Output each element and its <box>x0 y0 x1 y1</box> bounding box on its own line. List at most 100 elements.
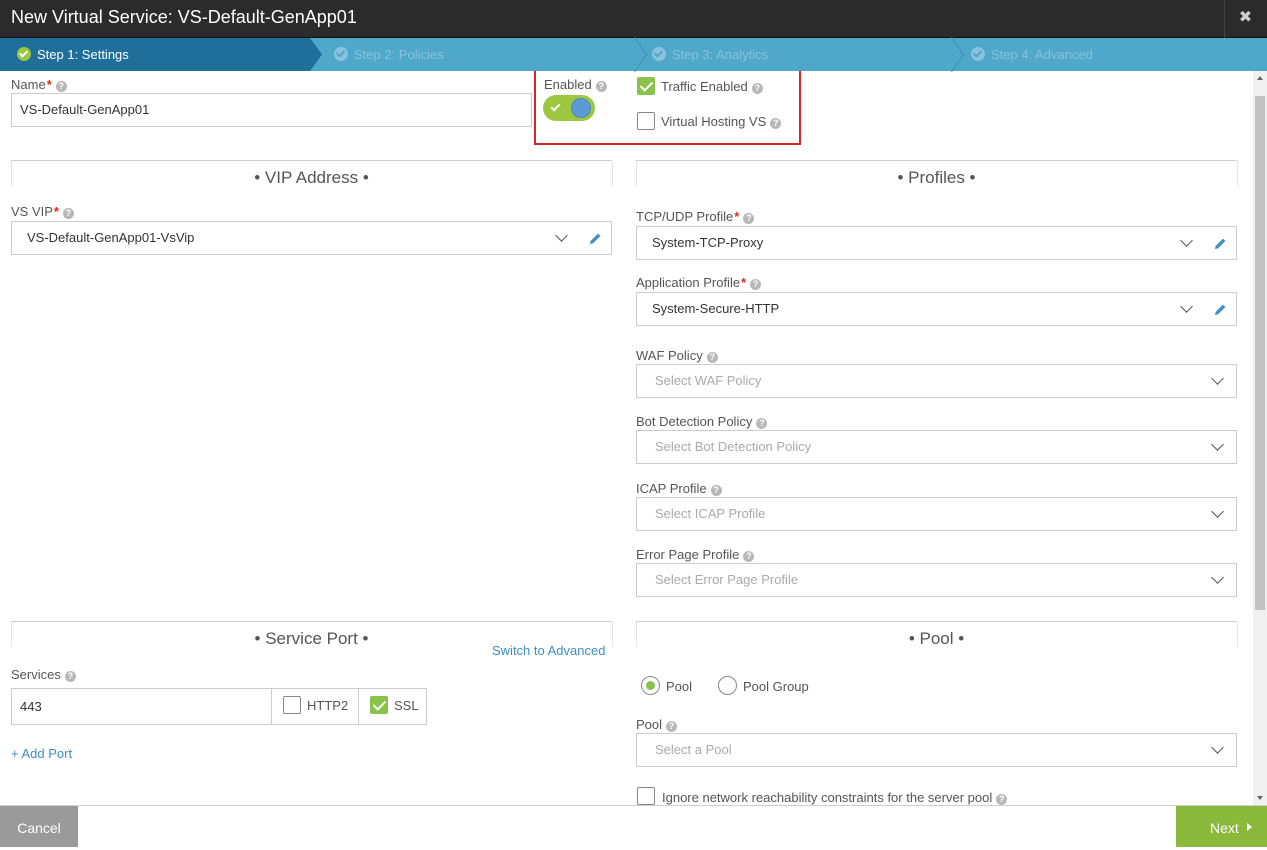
section-edge <box>612 161 613 186</box>
pool-radio[interactable] <box>641 676 660 695</box>
title-bar: New Virtual Service: VS-Default-GenApp01… <box>0 0 1267 38</box>
scroll-up-icon[interactable] <box>1257 76 1263 80</box>
chevron-down-icon <box>1211 741 1224 754</box>
next-button[interactable]: Next <box>1176 806 1267 847</box>
pool-label: Pool? <box>636 717 678 732</box>
http2-checkbox[interactable] <box>283 696 301 714</box>
pencil-icon <box>1215 238 1226 249</box>
required-asterisk: * <box>46 77 52 92</box>
help-icon[interactable]: ? <box>64 671 76 682</box>
help-icon[interactable]: ? <box>595 81 607 92</box>
help-icon[interactable]: ? <box>710 485 722 496</box>
bot-detection-label: Bot Detection Policy? <box>636 414 768 429</box>
scrollbar-thumb[interactable] <box>1255 96 1265 610</box>
step-label: Step 1: Settings <box>37 47 129 62</box>
tcp-udp-label: TCP/UDP Profile*? <box>636 209 755 224</box>
check-icon <box>550 101 561 112</box>
chevron-down-icon <box>555 229 568 242</box>
icap-profile-select[interactable]: Select ICAP Profile <box>636 497 1237 531</box>
footer: Cancel Next <box>0 805 1267 847</box>
ssl-checkbox[interactable] <box>370 696 388 714</box>
help-icon[interactable]: ? <box>706 352 718 363</box>
section-divider <box>11 621 612 622</box>
help-icon[interactable]: ? <box>756 418 768 429</box>
services-label: Services? <box>11 667 76 682</box>
port-input[interactable]: 443 <box>11 688 272 725</box>
step-label: Step 2: Policies <box>354 47 444 62</box>
section-divider <box>636 621 1237 622</box>
chevron-down-icon <box>1180 300 1193 313</box>
pool-group-radio-label: Pool Group <box>743 679 809 694</box>
switch-to-advanced-link[interactable]: Switch to Advanced <box>492 643 605 658</box>
edit-app-profile-button[interactable] <box>1205 292 1237 326</box>
section-edge <box>1237 161 1238 186</box>
chevron-down-icon <box>1211 438 1224 451</box>
error-page-select[interactable]: Select Error Page Profile <box>636 563 1237 597</box>
step-analytics[interactable]: Step 3: Analytics <box>652 38 768 71</box>
step-divider <box>951 38 965 71</box>
chevron-down-icon <box>1211 372 1224 385</box>
pool-section-title: • Pool • <box>908 629 965 648</box>
virtual-hosting-checkbox[interactable] <box>637 112 655 130</box>
virtual-hosting-label: Virtual Hosting VS? <box>661 114 782 129</box>
required-asterisk: * <box>53 204 59 219</box>
vertical-scrollbar[interactable] <box>1253 71 1267 805</box>
help-icon[interactable]: ? <box>770 118 782 129</box>
http2-option: HTTP2 <box>271 688 359 725</box>
close-icon[interactable]: ✖ <box>1224 0 1267 38</box>
scroll-down-icon[interactable] <box>1257 796 1263 800</box>
help-icon[interactable]: ? <box>62 208 74 219</box>
settings-form: Name*? VS-Default-GenApp01 Enabled? Traf… <box>0 71 1253 805</box>
window-title: New Virtual Service: VS-Default-GenApp01 <box>11 7 357 27</box>
http2-label: HTTP2 <box>307 698 349 713</box>
ignore-reachability-label: Ignore network reachability constraints … <box>662 790 1008 805</box>
edit-vs-vip-button[interactable] <box>580 221 612 255</box>
check-circle-icon <box>652 47 666 61</box>
icap-profile-label: ICAP Profile? <box>636 481 722 496</box>
enabled-toggle[interactable] <box>543 95 595 121</box>
section-divider <box>11 160 612 161</box>
ignore-reachability-checkbox[interactable] <box>637 787 655 805</box>
step-advanced[interactable]: Step 4: Advanced <box>971 38 1093 71</box>
chevron-down-icon <box>1211 505 1224 518</box>
help-icon[interactable]: ? <box>743 213 755 224</box>
help-icon[interactable]: ? <box>750 279 762 290</box>
name-label: Name*? <box>11 77 67 92</box>
tcp-udp-select[interactable]: System-TCP-Proxy <box>636 226 1206 260</box>
toggle-knob <box>571 98 591 118</box>
chevron-down-icon <box>1211 571 1224 584</box>
app-profile-select[interactable]: System-Secure-HTTP <box>636 292 1206 326</box>
cancel-button[interactable]: Cancel <box>0 806 78 847</box>
check-circle-icon <box>971 47 985 61</box>
error-page-label: Error Page Profile? <box>636 547 755 562</box>
section-edge <box>612 622 613 647</box>
help-icon[interactable]: ? <box>996 794 1008 805</box>
pool-group-radio[interactable] <box>718 676 737 695</box>
waf-policy-select[interactable]: Select WAF Policy <box>636 364 1237 398</box>
required-asterisk: * <box>734 209 740 224</box>
vs-vip-label: VS VIP*? <box>11 204 74 219</box>
step-divider <box>634 38 648 71</box>
caret-right-icon <box>1247 823 1252 831</box>
ssl-label: SSL <box>394 698 419 713</box>
pool-radio-label: Pool <box>666 679 693 694</box>
check-circle-icon <box>17 47 31 61</box>
pool-select[interactable]: Select a Pool <box>636 733 1237 767</box>
step-policies[interactable]: Step 2: Policies <box>334 38 444 71</box>
edit-tcp-udp-button[interactable] <box>1205 226 1237 260</box>
help-icon[interactable]: ? <box>751 83 763 94</box>
help-icon[interactable]: ? <box>55 81 67 92</box>
section-divider <box>636 160 1237 161</box>
bot-detection-select[interactable]: Select Bot Detection Policy <box>636 430 1237 464</box>
help-icon[interactable]: ? <box>743 551 755 562</box>
section-edge <box>1237 622 1238 647</box>
name-input[interactable]: VS-Default-GenApp01 <box>11 93 532 127</box>
step-label: Step 3: Analytics <box>672 47 769 62</box>
step-label: Step 4: Advanced <box>991 47 1093 62</box>
vs-vip-select[interactable]: VS-Default-GenApp01-VsVip <box>11 221 581 255</box>
help-icon[interactable]: ? <box>666 721 678 732</box>
chevron-down-icon <box>1180 234 1193 247</box>
step-settings[interactable]: Step 1: Settings <box>0 38 322 71</box>
add-port-link[interactable]: + Add Port <box>11 746 72 761</box>
traffic-enabled-checkbox[interactable] <box>637 77 655 95</box>
